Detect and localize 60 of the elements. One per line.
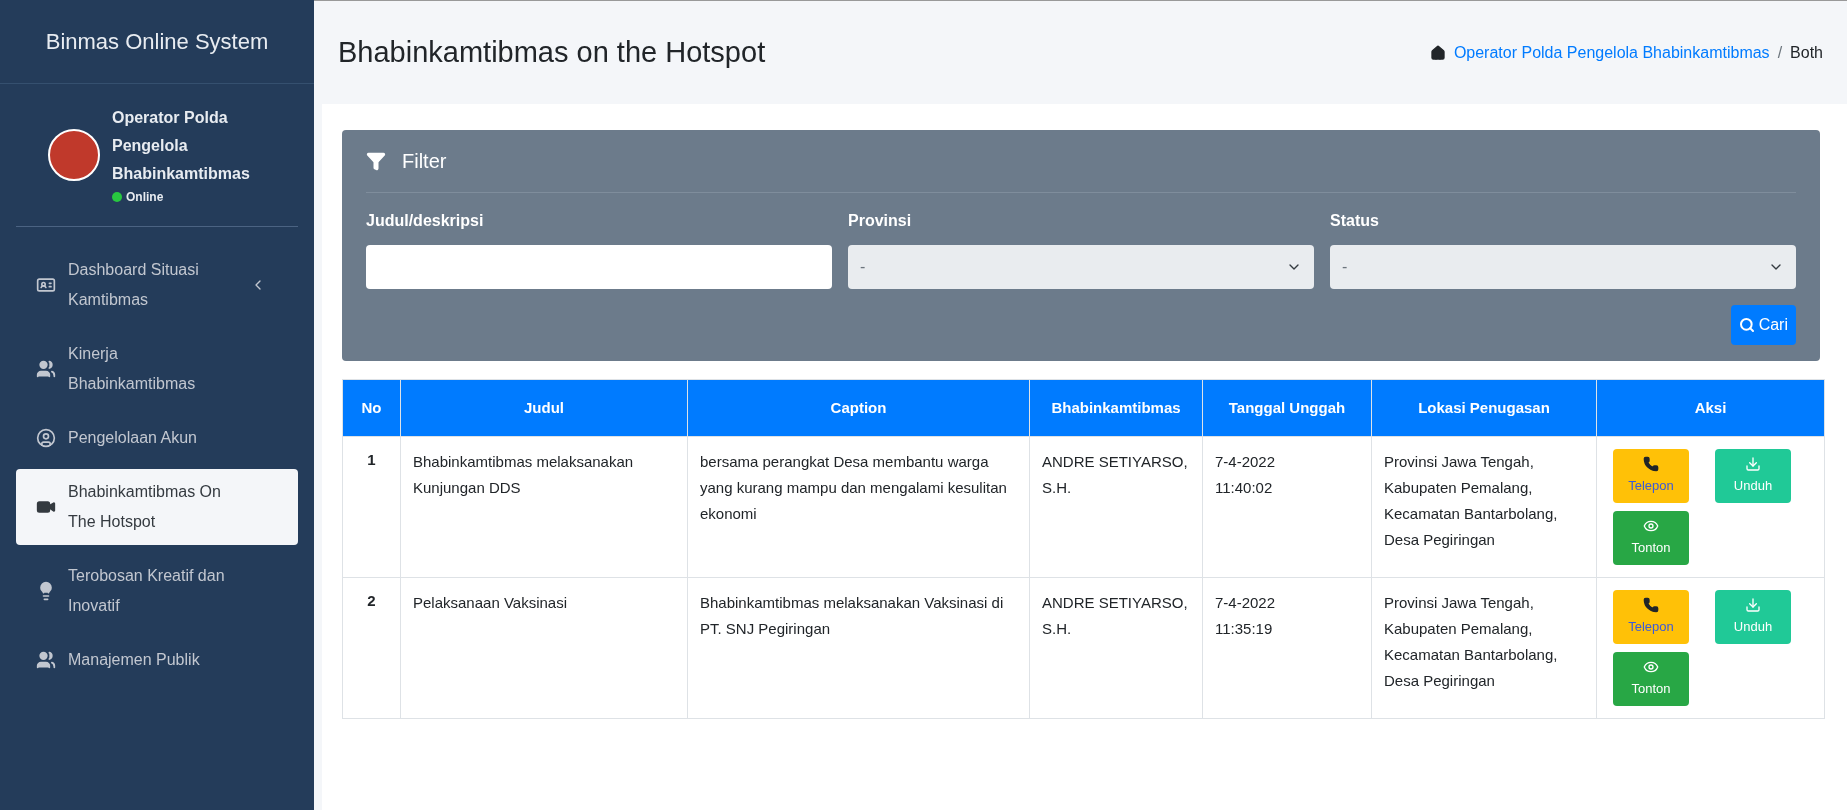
users-icon [36,359,56,379]
text-field[interactable] [366,245,832,289]
download-icon [1745,456,1761,473]
id-card-icon [36,275,56,295]
column-header: No [342,379,401,437]
column-header: Caption [687,379,1030,437]
unduh-button[interactable]: Unduh [1715,449,1791,503]
table-cell-text: 7-4-2022 [1215,452,1277,472]
table-cell: bersama perangkat Desa membantu warga yang kurang mampu dan mengalami kesulitan ekonomi [687,436,1030,578]
nav-item[interactable]: Pengelolaan Akun [16,415,298,461]
table-cell-text: 7-4-2022 [1215,593,1277,613]
field-label: Judul/deskripsi [366,211,485,231]
table-cell-text: 11:40:02 [1215,478,1274,498]
column-header: Bhabinkamtibmas [1029,379,1203,437]
column-header: Aksi [1596,379,1825,437]
search-icon [1738,317,1755,333]
field-label: Provinsi [848,211,913,231]
filter-icon [366,151,386,171]
field-label: Status [1330,211,1380,231]
breadcrumb-separator: / [1777,42,1783,63]
phone-icon [1643,597,1659,614]
table-cell: Provinsi Jawa Tengah, Kabupaten Pemalang, Kecamatan Bantarbolang, Desa Pegiringan [1371,577,1597,719]
page-title: Bhabinkamtibmas on the Hotspot [338,34,766,70]
table-cell: Bhabinkamtibmas melaksanakan Kunjungan DDS [400,436,688,578]
column-header: Tanggal Unggah [1202,379,1372,437]
table-cell: ANDRE SETIYARSO, S.H. [1029,436,1203,578]
users-icon [36,650,56,670]
phone-icon [1643,456,1659,473]
select-field[interactable]: - [848,245,1314,289]
table-cell: Bhabinkamtibmas melaksanakan Vaksinasi di PT. SNJ Pegiringan [687,577,1030,719]
filter-title: Filter [402,149,447,174]
nav-item[interactable]: Bhabinkamtibmas On The Hotspot [16,469,298,545]
nav-item[interactable]: Manajemen Publik [16,637,298,683]
table-cell-text: 11:35:19 [1215,619,1274,639]
nav-item[interactable]: Terobosan Kreatif dan Inovatif [16,553,298,629]
telepon-button[interactable]: Telepon [1613,590,1689,644]
nav-item[interactable]: Kinerja Bhabinkamtibmas [16,331,298,407]
user-name: Operator Polda Pengelola Bhabinkamtibmas [112,108,251,184]
telepon-button[interactable]: Telepon [1613,449,1689,503]
breadcrumb-link[interactable]: Operator Polda Pengelola Bhabinkamtibmas [1453,40,1770,65]
search-button[interactable]: Cari [1730,305,1796,345]
brand-title[interactable]: Binmas Online System [0,0,314,84]
download-icon [1745,597,1761,614]
tonton-button[interactable]: Tonton [1613,511,1689,565]
column-header: Judul [400,379,688,437]
table-cell: 1 [342,436,401,578]
table-cell: 2 [342,577,401,719]
table-cell: Pelaksanaan Vaksinasi [400,577,688,719]
tonton-button[interactable]: Tonton [1613,652,1689,706]
user-icon [36,428,56,448]
table-cell: Provinsi Jawa Tengah, Kabupaten Pemalang, Kecamatan Bantarbolang, Desa Pegiringan [1371,436,1597,578]
avatar [48,129,100,181]
home-icon [1429,44,1446,61]
unduh-button[interactable]: Unduh [1715,590,1791,644]
status-text: Online [126,189,164,206]
column-header: Lokasi Penugasan [1371,379,1597,437]
table-cell: ANDRE SETIYARSO, S.H. [1029,577,1203,719]
nav-item[interactable]: Dashboard Situasi Kamtibmas [16,247,298,323]
select-field[interactable]: - [1330,245,1796,289]
breadcrumb-current: Both [1790,42,1823,63]
